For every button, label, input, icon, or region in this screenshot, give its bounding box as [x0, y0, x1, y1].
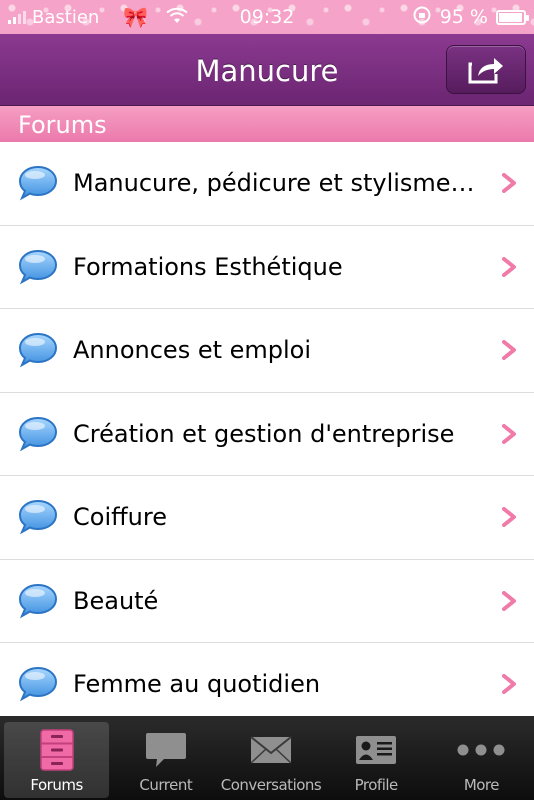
tab-label: More: [463, 776, 500, 794]
forum-row[interactable]: Création et gestion d'entreprise: [0, 392, 534, 476]
forum-list: Manucure, pédicure et stylisme… Formation…: [0, 142, 534, 727]
forum-row[interactable]: Annonces et emploi: [0, 309, 534, 393]
speech-bubble-icon: [18, 416, 58, 452]
speech-bubble-icon: [18, 667, 58, 702]
tab-label: Current: [139, 776, 193, 794]
battery-icon: [496, 9, 529, 25]
tab-more[interactable]: More: [429, 716, 534, 800]
chevron-right-icon: [502, 340, 516, 361]
tab-label: Conversations: [220, 776, 322, 794]
speech-bubble-icon: [18, 500, 58, 535]
chevron-right-icon: [502, 423, 516, 444]
share-icon: [468, 57, 503, 83]
forum-title: Manucure, pédicure et stylisme…: [73, 169, 475, 198]
bow-icon: 🎀: [123, 5, 149, 29]
tab-bar: Forums Current Conversations Profile More: [0, 716, 534, 800]
signal-strength-icon: [8, 10, 26, 24]
speech-bubble-icon: [18, 166, 58, 201]
chevron-right-icon: [502, 507, 516, 528]
tab-current[interactable]: Current: [113, 716, 218, 800]
tab-label: Profile: [354, 776, 399, 794]
forum-title: Formations Esthétique: [73, 252, 343, 281]
tab-forums[interactable]: Forums: [4, 722, 110, 798]
forum-title: Beauté: [73, 586, 159, 615]
forum-row[interactable]: Formations Esthétique: [0, 225, 534, 309]
status-bar: Bastien 🎀 09:32 95 %: [0, 0, 534, 34]
cabinet-icon: [39, 728, 75, 772]
more-dots-icon: [456, 728, 506, 772]
forum-row[interactable]: Manucure, pédicure et stylisme…: [0, 142, 534, 226]
tab-label: Forums: [30, 776, 83, 794]
chevron-right-icon: [502, 256, 516, 277]
speech-bubble-icon: [18, 249, 58, 285]
speech-bubble-icon: [18, 583, 58, 619]
tab-profile[interactable]: Profile: [324, 716, 429, 800]
wifi-icon: [166, 5, 188, 29]
battery-percent: 95 %: [439, 6, 488, 28]
forum-row[interactable]: Beauté: [0, 559, 534, 643]
forum-title: Femme au quotidien: [73, 670, 321, 699]
battery-fill: [499, 12, 522, 22]
navigation-bar: Manucure: [0, 34, 534, 106]
carrier-name: Bastien: [32, 6, 100, 28]
profile-card-icon: [354, 728, 398, 772]
forum-title: Création et gestion d'entreprise: [73, 419, 455, 448]
rotation-lock-icon: [412, 6, 432, 29]
speech-bubble-icon: [18, 333, 58, 368]
speech-bubble-icon: [144, 728, 188, 772]
tab-conversations[interactable]: Conversations: [218, 716, 323, 800]
chevron-right-icon: [502, 173, 516, 194]
forum-title: Annonces et emploi: [73, 336, 312, 365]
envelope-icon: [249, 728, 293, 772]
share-button[interactable]: [446, 45, 526, 94]
forum-row[interactable]: Femme au quotidien: [0, 643, 534, 727]
chevron-right-icon: [502, 590, 516, 611]
forum-title: Coiffure: [73, 503, 167, 532]
section-header-forums: Forums: [0, 106, 534, 142]
forum-row[interactable]: Coiffure: [0, 476, 534, 560]
chevron-right-icon: [502, 674, 516, 695]
